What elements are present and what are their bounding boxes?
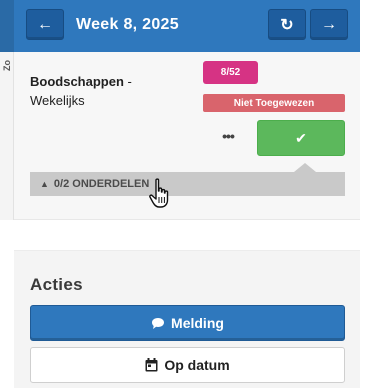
task-name: Boodschappen - Wekelijks [30,72,190,110]
arrow-right-icon: → [321,15,337,33]
week-header: ← Week 8, 2025 ↻ → [14,0,360,52]
hand-pointer-cursor [149,178,169,208]
popover-pointer [294,163,316,172]
day-label: Zo [2,60,12,71]
week-title: Week 8, 2025 [76,16,179,33]
melding-button[interactable]: Melding [30,305,345,341]
op-datum-button[interactable]: Op datum [30,347,345,383]
next-week-button[interactable]: → [310,9,348,40]
task-title: Boodschappen [30,74,124,89]
actions-title: Acties [30,275,83,294]
task-card: Boodschappen - Wekelijks 8/52 Niet Toege… [14,52,360,220]
check-icon: ✔ [295,129,307,146]
refresh-button[interactable]: ↻ [268,9,306,40]
parts-toggle[interactable]: ▲ 0/2 ONDERDELEN [30,172,345,196]
comment-icon [151,317,165,330]
chevron-up-icon: ▲ [40,179,49,189]
actions-panel: Acties Melding Op datum [14,250,360,388]
status-badge: Niet Toegewezen [203,94,345,112]
calendar-icon [145,358,158,372]
complete-task-button[interactable]: ✔ [257,120,345,156]
sidebar-header-strip [0,0,14,52]
previous-week-button[interactable]: ← [26,9,64,40]
task-separator: - [123,74,132,89]
app-root: Zo ← Week 8, 2025 ↻ → Boodschappen - Wek… [0,0,374,388]
refresh-icon: ↻ [280,16,294,34]
op-datum-label: Op datum [164,357,230,373]
day-sidebar: Zo [0,0,14,220]
parts-label: 0/2 ONDERDELEN [53,178,150,190]
melding-label: Melding [171,315,224,331]
task-frequency: Wekelijks [30,93,85,108]
arrow-left-icon: ← [37,15,53,33]
more-options-button[interactable]: ••• [218,126,238,146]
count-badge: 8/52 [203,61,258,84]
